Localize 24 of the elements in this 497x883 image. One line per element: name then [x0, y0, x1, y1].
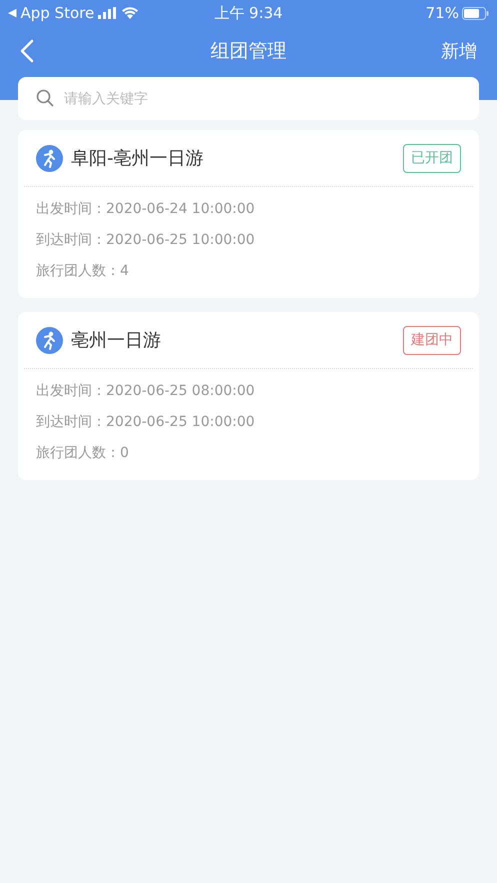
detail-text: 出发时间：2020-06-25 08:00:00	[36, 382, 256, 401]
group-name: 亳州一日游	[71, 328, 162, 352]
detail-text: 旅行团人数：0	[36, 444, 130, 463]
clock-text: 上午 9:34	[214, 2, 283, 24]
signal-icon	[98, 7, 118, 19]
search-field[interactable]: 请输入关键字	[18, 77, 479, 120]
group-name: 阜阳-亳州一日游	[71, 146, 204, 170]
running-person-icon	[36, 144, 63, 172]
running-person-icon	[36, 326, 63, 354]
status-tag: 已开团	[403, 144, 461, 172]
detail-text: 到达时间：2020-06-25 10:00:00	[36, 413, 256, 432]
search-icon	[36, 89, 54, 107]
battery-icon	[462, 6, 489, 20]
page-title: 组团管理	[210, 38, 286, 64]
detail-text: 出发时间：2020-06-24 10:00:00	[36, 200, 256, 219]
group-card[interactable]: 阜阳-亳州一日游 已开团 出发时间：2020-06-24 10:00:00 到达时间：2020-06-25 10:00:00 旅行团人数：4	[18, 130, 479, 298]
detail-text: 旅行团人数：4	[36, 262, 130, 281]
back-chevron-icon	[20, 39, 34, 63]
carrier-text: App Store	[20, 2, 94, 24]
group-card[interactable]: 亳州一日游 建团中 出发时间：2020-06-25 08:00:00 到达时间：2020-06-25 10:00:00 旅行团人数：0	[18, 312, 479, 480]
status-tag: 建团中	[403, 326, 461, 354]
battery-text: 71%	[426, 2, 459, 24]
detail-text: 到达时间：2020-06-25 10:00:00	[36, 231, 256, 250]
wifi-icon	[122, 7, 138, 19]
